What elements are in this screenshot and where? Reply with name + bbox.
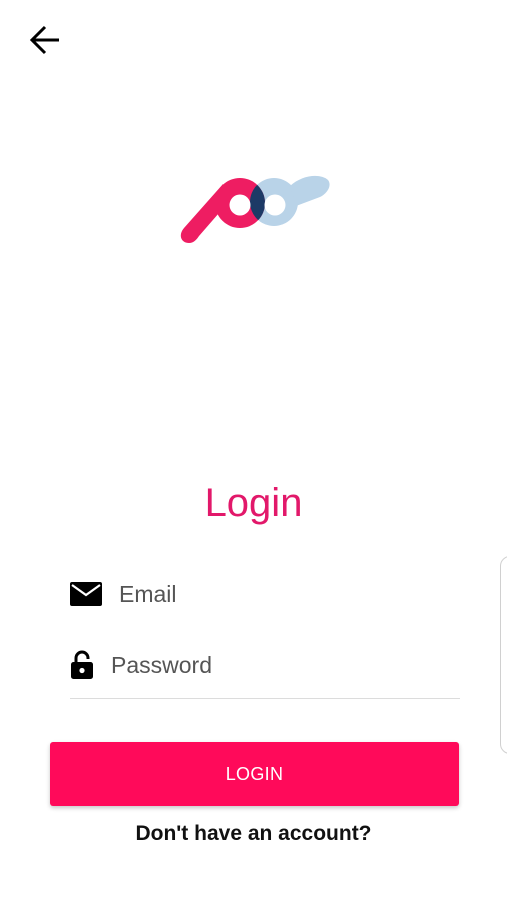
field-divider [70,698,460,699]
arrow-left-icon [29,25,59,55]
signup-link[interactable]: Don't have an account? [0,822,507,846]
password-input[interactable] [111,645,460,685]
edge-panel-handle[interactable] [500,556,507,754]
lock-icon [70,650,94,680]
email-input[interactable] [119,574,460,614]
envelope-icon [70,582,102,606]
email-field[interactable] [70,568,460,620]
back-button[interactable] [22,18,68,62]
page-title: Login [204,481,303,525]
login-button[interactable]: LOGIN [50,742,459,806]
password-field[interactable] [70,639,460,691]
app-logo [180,175,330,243]
